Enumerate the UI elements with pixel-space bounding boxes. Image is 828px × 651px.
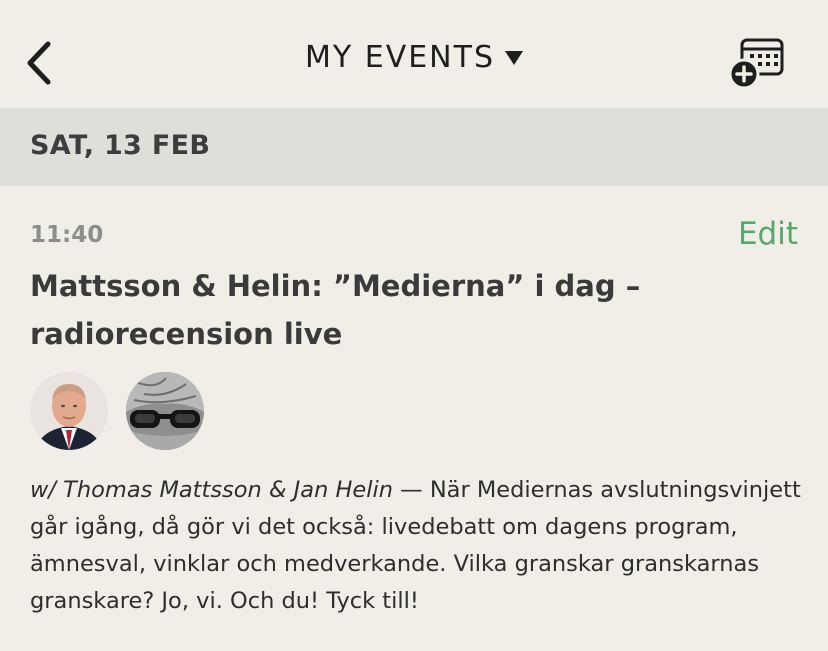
event-title: Mattsson & Helin: ”Medierna” i dag – rad… [30,269,641,351]
description-separator: — [393,477,430,503]
event-item[interactable]: 11:40 Edit Mattsson & Helin: ”Medierna” … [0,186,828,651]
date-label: SAT, 13 FEB [30,130,211,161]
event-time: 11:40 [30,222,104,248]
edit-button[interactable]: Edit [738,216,798,252]
avatar-jan-helin[interactable] [126,372,204,450]
calendar-add-icon[interactable] [728,36,788,92]
event-hosts: w/ Thomas Mattsson & Jan Helin [30,477,394,503]
caret-down-icon [505,50,523,65]
avatar-thomas-mattsson[interactable] [30,372,108,450]
page-title: MY EVENTS [305,40,495,75]
date-section-header: SAT, 13 FEB [0,108,828,186]
event-description: w/ Thomas Mattsson & Jan Helin — När Med… [30,472,810,620]
my-events-dropdown[interactable]: MY EVENTS [0,40,828,75]
top-navigation-bar: MY EVENTS [0,0,828,108]
